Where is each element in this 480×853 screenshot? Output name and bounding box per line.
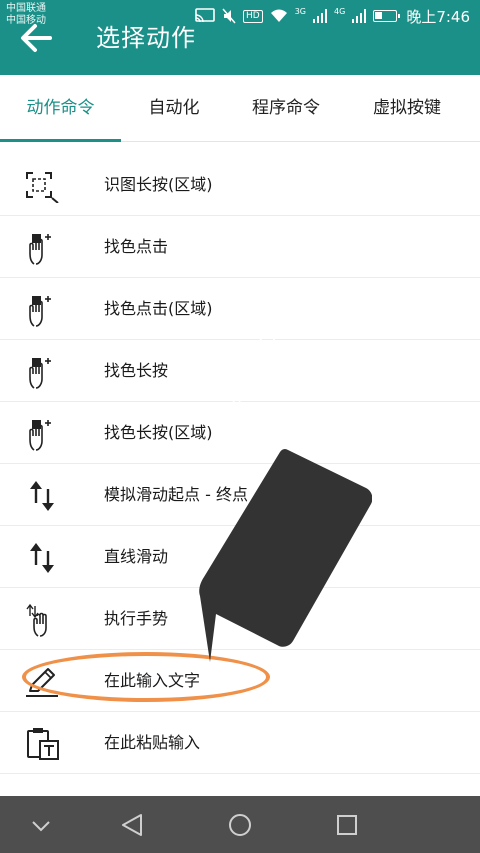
network-1: 3G <box>294 6 307 16</box>
signal-2-icon <box>352 9 367 23</box>
list-item[interactable]: 找色长按 <box>0 340 480 402</box>
clock: 晚上7:46 <box>406 7 470 26</box>
nav-bar <box>0 796 480 853</box>
list-item-label: 模拟滑动起点 - 终点 <box>104 485 248 504</box>
touch-plus-icon <box>29 234 51 265</box>
back-button[interactable] <box>18 22 58 54</box>
swipe-gesture-icon <box>26 603 47 637</box>
battery-level <box>375 12 383 19</box>
list-item[interactable]: 执行手势 <box>0 588 480 650</box>
pen-icon <box>26 668 58 697</box>
list-item[interactable]: 直线滑动 <box>0 526 480 588</box>
swap-vertical-icon <box>30 481 54 511</box>
list-item[interactable]: 在此粘贴输入 <box>0 712 480 774</box>
home-circle-icon[interactable] <box>223 808 257 842</box>
region-scan-icon <box>26 172 59 203</box>
mute-icon <box>222 8 236 24</box>
list-item[interactable]: 模拟滑动起点 - 终点 <box>0 464 480 526</box>
battery-icon <box>373 10 401 22</box>
chevron-down-icon[interactable] <box>24 808 58 842</box>
wifi-icon <box>270 9 287 22</box>
hd-badge: HD <box>243 9 263 23</box>
touch-plus-icon <box>29 296 51 327</box>
list-item-label: 找色点击 <box>104 237 169 256</box>
list-item[interactable]: 找色长按(区域) <box>0 402 480 464</box>
status-icons: HD 3G 4G 晚上7:46 <box>195 6 470 26</box>
list-item-label: 直线滑动 <box>104 547 169 566</box>
network-2: 4G <box>334 6 346 16</box>
list-item[interactable]: 找色点击(区域) <box>0 278 480 340</box>
list-item-label: 识图长按(区域) <box>104 175 213 194</box>
touch-plus-icon <box>29 358 51 389</box>
list-item[interactable]: 识图长按(区域) <box>0 154 480 216</box>
arrow-left-icon <box>21 24 52 52</box>
page-title: 选择动作 <box>96 24 196 52</box>
tab-automation[interactable]: 自动化 <box>121 75 227 142</box>
list-item[interactable]: 找色点击 <box>0 216 480 278</box>
swap-vertical-icon <box>30 543 54 573</box>
tab-bar: 动作命令 自动化 程序命令 虚拟按键 <box>0 75 480 142</box>
tab-action-commands[interactable]: 动作命令 <box>0 75 121 142</box>
back-triangle-icon[interactable] <box>115 808 149 842</box>
tab-program-commands[interactable]: 程序命令 <box>227 75 345 142</box>
list-item[interactable]: 在此输入文字 <box>0 650 480 712</box>
tab-virtual-keys[interactable]: 虚拟按键 <box>345 75 469 142</box>
list-item-label: 找色点击(区域) <box>104 299 213 318</box>
list-item-label: 在此输入文字 <box>104 671 201 690</box>
signal-1-icon <box>313 9 328 23</box>
list-item-label: 找色长按 <box>104 361 169 380</box>
clipboard-text-icon <box>27 728 59 760</box>
tab-indicator <box>0 139 121 142</box>
app-bar: 中国联通 中国移动 HD 3G 4G 晚上7:46 选择动作 <box>0 0 480 75</box>
status-bar: 中国联通 中国移动 HD 3G 4G 晚上7:46 <box>0 0 480 30</box>
list-item-label: 找色长按(区域) <box>104 423 213 442</box>
list-item-label: 在此粘贴输入 <box>104 733 201 752</box>
screen-cast-icon <box>195 8 215 23</box>
carrier-1: 中国联通 <box>6 3 46 14</box>
recents-square-icon[interactable] <box>330 808 364 842</box>
touch-plus-icon <box>29 420 51 451</box>
list-item-label: 执行手势 <box>104 609 169 628</box>
